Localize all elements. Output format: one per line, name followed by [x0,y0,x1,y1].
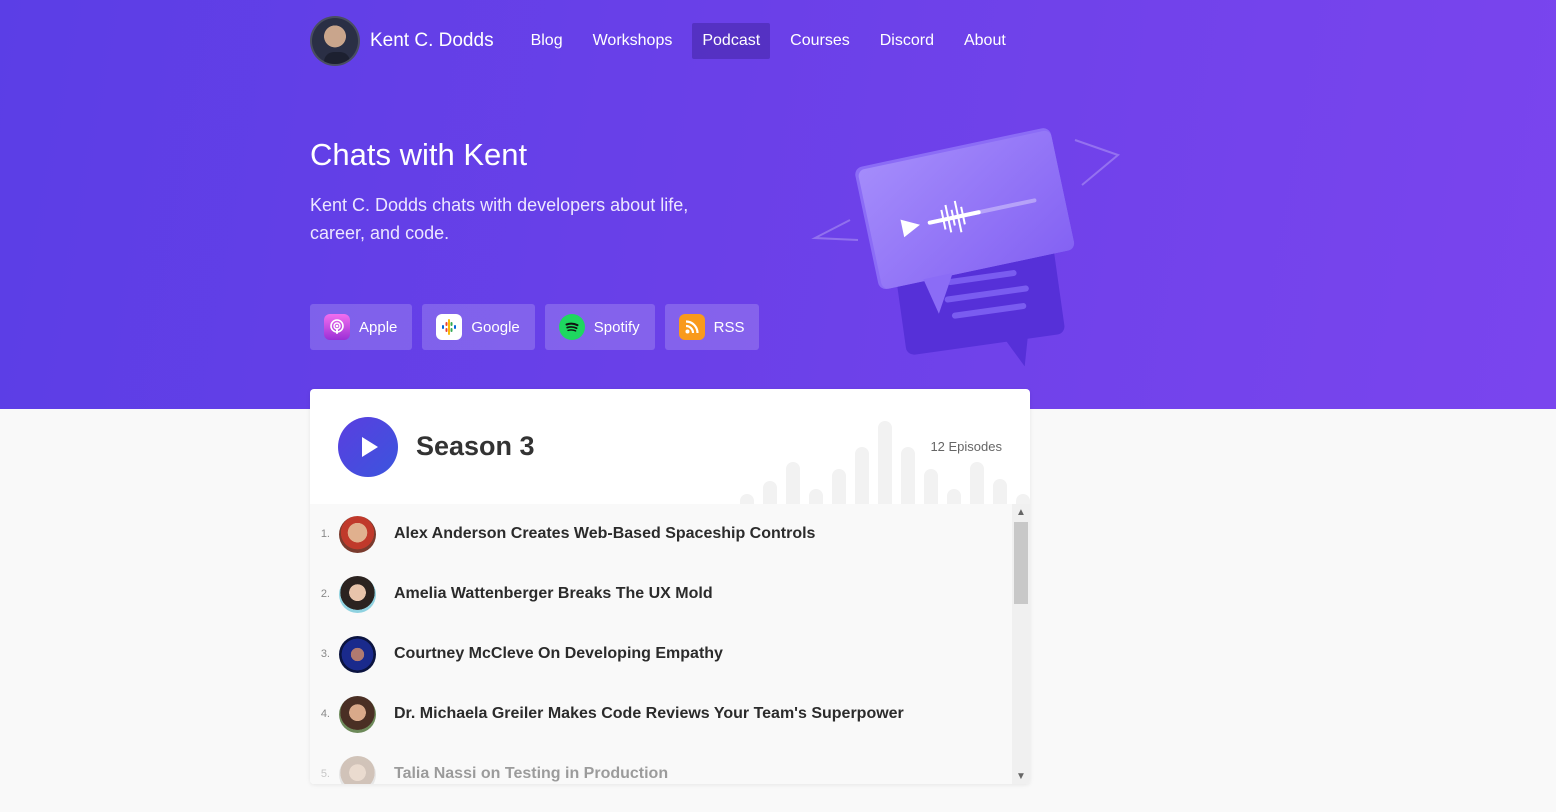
nav-about[interactable]: About [954,23,1016,59]
episode-title[interactable]: Amelia Wattenberger Breaks The UX Mold [394,585,713,603]
season-title: Season 3 [416,431,535,461]
waveform-decoration [740,421,1030,504]
list-item[interactable]: 5. Talia Nassi on Testing in Production [310,744,1012,784]
avatar [339,575,376,613]
rss-icon [678,314,705,340]
google-podcasts-button[interactable]: Google [422,304,535,350]
rss-button[interactable]: RSS [664,304,760,350]
episode-list[interactable]: 1. Alex Anderson Creates Web-Based Space… [310,504,1012,784]
episode-number: 3. [320,648,330,660]
avatar [339,515,376,553]
spotify-icon [558,314,585,340]
podcast-chat-illustration [811,128,1120,367]
season-header: Season 3 12 Episodes [310,389,1030,504]
nav-podcast[interactable]: Podcast [692,23,771,59]
spotify-label: Spotify [593,318,640,336]
list-item[interactable]: 2. Amelia Wattenberger Breaks The UX Mol… [310,564,1012,624]
season-card: Season 3 12 Episodes 1. Alex Anderson Cr… [310,389,1030,784]
scroll-thumb[interactable] [1014,522,1028,604]
nav-courses[interactable]: Courses [780,23,860,59]
play-season-button[interactable] [338,417,398,477]
rss-label: RSS [713,318,745,336]
list-item[interactable]: 3. Courtney McCleve On Developing Empath… [310,624,1012,684]
nav-blog[interactable]: Blog [521,23,573,59]
google-podcasts-label: Google [471,318,520,336]
page-description: Kent C. Dodds chats with developers abou… [310,195,689,243]
nav-workshops[interactable]: Workshops [583,23,683,59]
brand-name[interactable]: Kent C. Dodds [370,30,494,52]
episode-number: 2. [320,588,330,600]
hero-banner: Kent C. Dodds Blog Workshops Podcast Cou… [0,0,1556,409]
platform-links: Apple Google Spotify RSS [310,304,760,350]
apple-podcasts-label: Apple [359,318,398,336]
top-nav: Kent C. Dodds Blog Workshops Podcast Cou… [310,16,1050,66]
episode-title[interactable]: Alex Anderson Creates Web-Based Spaceshi… [394,525,815,543]
episode-number: 1. [320,528,330,540]
avatar [339,635,376,673]
spotify-button[interactable]: Spotify [544,304,655,350]
apple-podcasts-icon [324,314,350,340]
scroll-up-arrow-icon[interactable]: ▲ [1012,504,1030,520]
page-title: Chats with Kent [310,137,528,172]
avatar [339,755,376,784]
episode-title[interactable]: Dr. Michaela Greiler Makes Code Reviews … [394,705,904,723]
episode-title[interactable]: Talia Nassi on Testing in Production [394,765,668,783]
list-item[interactable]: 4. Dr. Michaela Greiler Makes Code Revie… [310,684,1012,744]
avatar[interactable] [310,16,360,66]
avatar [339,695,376,733]
episode-number: 4. [320,708,330,720]
episode-list-scrollbar[interactable]: ▲ ▼ [1012,504,1030,784]
play-icon [362,437,378,457]
nav-discord[interactable]: Discord [870,23,944,59]
episode-number: 5. [320,768,330,780]
episode-title[interactable]: Courtney McCleve On Developing Empathy [394,645,723,663]
list-item[interactable]: 1. Alex Anderson Creates Web-Based Space… [310,504,1012,564]
apple-podcasts-button[interactable]: Apple [310,304,413,350]
scroll-down-arrow-icon[interactable]: ▼ [1012,768,1030,784]
google-podcasts-icon [436,314,463,340]
episode-count: 12 Episodes [930,439,1002,454]
